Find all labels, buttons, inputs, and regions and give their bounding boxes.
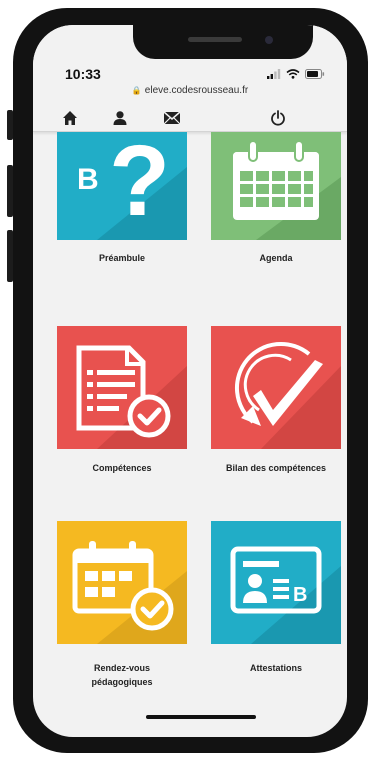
- dashboard-grid: B ? Préambule Agenda Compétences Bilan d…: [33, 132, 347, 737]
- power-icon[interactable]: [268, 109, 288, 127]
- tile-label-attestations[interactable]: Attestations: [201, 661, 347, 675]
- tile-label-agenda[interactable]: Agenda: [201, 251, 347, 265]
- tile-label-competences[interactable]: Compétences: [47, 461, 197, 475]
- tile-attestations[interactable]: B: [211, 521, 341, 644]
- phone-screen: 10:33 🔒 eleve.codesrousseau.fr B ? Préam…: [33, 25, 347, 737]
- signal-icon: [267, 69, 281, 79]
- id-card-icon: B: [230, 546, 341, 644]
- tile-label-line-2: pédagogiques: [91, 677, 153, 687]
- tile-competences[interactable]: [57, 326, 187, 449]
- home-icon[interactable]: [60, 109, 80, 127]
- tile-label-bilan-des-competences[interactable]: Bilan des compétences: [201, 461, 347, 475]
- tile-agenda[interactable]: [211, 132, 341, 240]
- app-toolbar: [33, 105, 347, 132]
- tile-bilan-des-competences[interactable]: [211, 326, 341, 449]
- front-camera: [265, 36, 273, 44]
- calendar-check-icon: [72, 541, 187, 644]
- tile-label-preambule[interactable]: Préambule: [47, 251, 197, 265]
- wifi-icon: [286, 69, 300, 79]
- mail-icon[interactable]: [162, 109, 182, 127]
- lock-icon: 🔒: [131, 86, 142, 95]
- url-text: eleve.codesrousseau.fr: [144, 85, 249, 96]
- checkmark-arrow-icon: [234, 341, 341, 449]
- notch: [133, 25, 313, 59]
- svg-text:?: ?: [109, 132, 170, 237]
- calendar-icon: [233, 140, 341, 240]
- tile-label-line-1: Rendez-vous: [93, 663, 150, 673]
- address-bar[interactable]: 🔒 eleve.codesrousseau.fr: [33, 85, 347, 96]
- tile-preambule[interactable]: B ?: [57, 132, 187, 240]
- user-icon[interactable]: [110, 109, 130, 127]
- svg-text:B: B: [293, 584, 307, 606]
- tile-label-rendez-vous-pedagogiques[interactable]: Rendez-vous pédagogiques: [47, 661, 197, 689]
- question-b-icon: B ?: [77, 132, 187, 240]
- svg-text:B: B: [77, 163, 99, 196]
- document-check-icon: [76, 345, 187, 449]
- status-icons: [267, 69, 325, 79]
- status-time: 10:33: [65, 66, 101, 82]
- battery-icon: [305, 69, 325, 79]
- tile-rendez-vous-pedagogiques[interactable]: [57, 521, 187, 644]
- home-indicator[interactable]: [146, 715, 256, 719]
- speaker: [188, 37, 242, 42]
